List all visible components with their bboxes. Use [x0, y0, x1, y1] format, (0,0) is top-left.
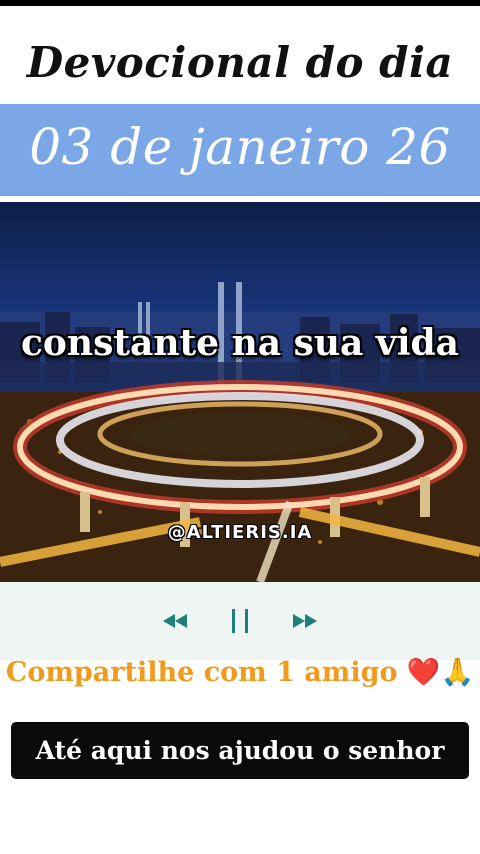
share-message: Compartilhe com 1 amigo ❤️🙏: [0, 656, 480, 688]
pause-icon: [232, 609, 248, 633]
pause-button[interactable]: [222, 604, 258, 638]
fast-forward-icon: [293, 614, 317, 628]
rewind-icon: [163, 614, 187, 628]
rewind-button[interactable]: [158, 604, 192, 638]
heart-icon: ❤️: [406, 657, 441, 688]
date-label: 03 de janeiro 26: [29, 118, 451, 176]
player-controls: [0, 582, 480, 660]
praying-hands-icon: 🙏: [440, 657, 475, 688]
forward-button[interactable]: [288, 604, 322, 638]
watermark: @ALTIERIS.IA: [167, 522, 313, 543]
page-title: Devocional do dia: [26, 38, 454, 87]
subtitle-overlay: constante na sua vida: [21, 322, 459, 364]
top-bar: [0, 0, 480, 6]
video-frame[interactable]: constante na sua vida @ALTIERIS.IA: [0, 202, 480, 582]
footer-message-button[interactable]: Até aqui nos ajudou o senhor: [11, 722, 469, 779]
share-text: Compartilhe com 1 amigo: [5, 657, 398, 688]
